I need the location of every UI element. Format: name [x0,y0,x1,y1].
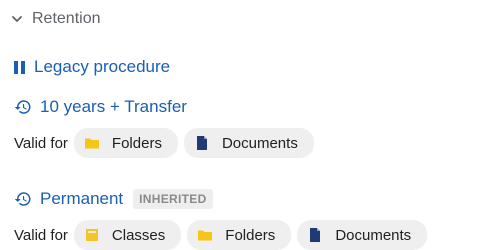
rule-10-years-transfer[interactable]: 10 years + Transfer [14,97,187,117]
chip-classes[interactable]: Classes [73,220,182,250]
folder-icon [198,230,213,241]
retention-section-toggle[interactable]: Retention [10,10,101,28]
section-title: Retention [32,10,101,27]
folder-icon [84,138,99,149]
valid-for-row: Valid for Classes Folders Documents [14,220,428,250]
chevron-down-icon [10,12,24,26]
chip-folders[interactable]: Folders [187,220,292,250]
rule-label: 10 years + Transfer [40,97,187,116]
chip-label: Folders [225,226,276,244]
valid-for-label: Valid for [14,134,68,152]
chip-label: Folders [111,134,162,152]
valid-for-row: Valid for Folders Documents [14,128,314,158]
valid-for-label: Valid for [14,226,68,244]
rule-label: Legacy procedure [34,57,171,76]
document-icon [310,228,321,242]
pause-icon [14,60,26,74]
document-icon [196,136,207,150]
chip-label: Documents [221,134,298,152]
chip-documents[interactable]: Documents [297,220,428,250]
chip-label: Documents [335,226,412,244]
rule-legacy-procedure[interactable]: Legacy procedure [14,57,170,77]
rule-permanent[interactable]: Permanent INHERITED [14,189,213,209]
chip-folders[interactable]: Folders [73,128,178,158]
chip-documents[interactable]: Documents [183,128,314,158]
history-icon [14,190,32,208]
inherited-badge: INHERITED [133,189,213,209]
chip-label: Classes [111,226,166,244]
class-icon [85,229,98,241]
rule-label: Permanent [40,189,124,208]
history-icon [14,98,32,116]
